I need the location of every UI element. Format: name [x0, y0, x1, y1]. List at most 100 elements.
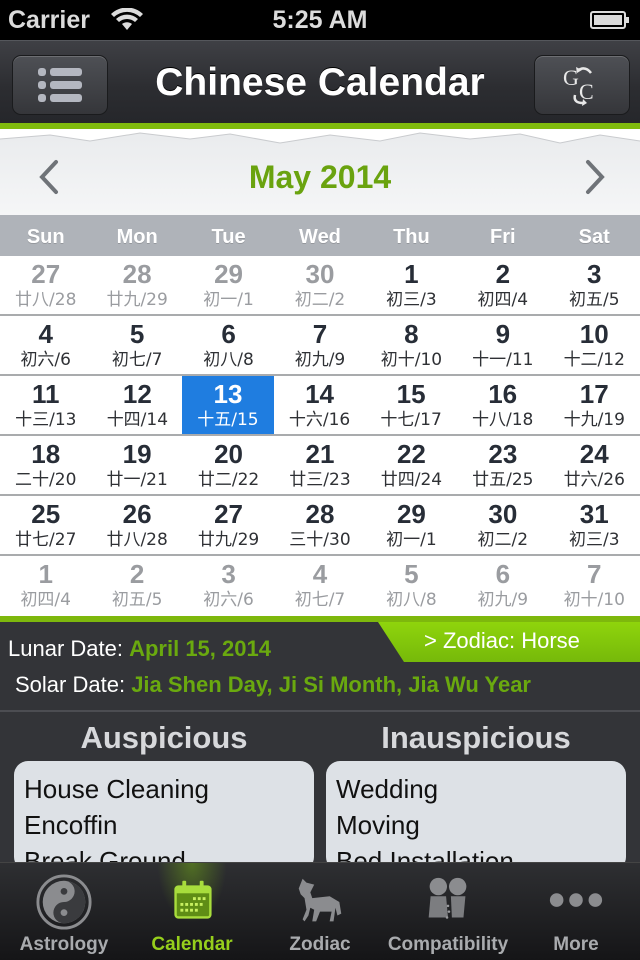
day-cell[interactable]: 11 十三/13	[0, 376, 92, 434]
solar-day-number: 9	[495, 319, 511, 349]
tab-calendar[interactable]: Calendar	[128, 863, 256, 960]
lunar-day-label: 十八/18	[472, 410, 534, 430]
list-item: Moving	[336, 810, 420, 840]
day-cell[interactable]: 17 十九/19	[548, 376, 640, 434]
divider	[0, 710, 640, 712]
solar-day-number: 25	[31, 499, 61, 529]
auspicious-list[interactable]: House Cleaning Encoffin Break Ground	[14, 761, 314, 871]
solar-day-number: 24	[579, 439, 609, 469]
day-cell[interactable]: 6 初九/9	[457, 556, 548, 616]
day-cell[interactable]: 4 初六/6	[0, 316, 91, 374]
day-cell[interactable]: 30 初二/2	[457, 496, 548, 554]
solar-day-number: 31	[579, 499, 609, 529]
day-cell[interactable]: 2 初四/4	[457, 256, 548, 314]
horse-icon	[298, 878, 342, 922]
day-info-panel: > Zodiac: Horse Lunar Date: April 15, 20…	[0, 616, 640, 871]
weekday-label: Sun	[26, 226, 65, 248]
solar-day-number: 30	[488, 499, 518, 529]
lunar-day-label: 初四/4	[20, 590, 71, 610]
day-cell[interactable]: 5 初七/7	[91, 316, 182, 374]
day-cell[interactable]: 16 十八/18	[457, 376, 549, 434]
solar-day-number: 7	[312, 319, 328, 349]
day-cell[interactable]: 28 三十/30	[274, 496, 365, 554]
day-cell[interactable]: 22 廿四/24	[366, 436, 457, 494]
day-cell[interactable]: 6 初八/8	[183, 316, 274, 374]
day-cell[interactable]: 9 十一/11	[457, 316, 548, 374]
solar-day-number: 4	[38, 319, 53, 349]
day-cell[interactable]: 24 廿六/26	[549, 436, 640, 494]
day-cell[interactable]: 20 廿二/22	[183, 436, 274, 494]
tab-label: Zodiac	[289, 934, 351, 955]
day-cell[interactable]: 31 初三/3	[549, 496, 640, 554]
tab-compatibility[interactable]: Compatibility	[384, 863, 512, 960]
day-cell[interactable]: 30 初二/2	[274, 256, 365, 314]
more-dots-icon	[549, 893, 603, 907]
day-cell[interactable]: 14 十六/16	[274, 376, 366, 434]
solar-day-number: 23	[488, 439, 518, 469]
weekday-header: Sun Mon Tue Wed Thu Fri Sat	[0, 215, 640, 256]
weekday-label: Mon	[116, 226, 158, 248]
day-cell[interactable]: 21 廿三/23	[274, 436, 365, 494]
day-cell[interactable]: 23 廿五/25	[457, 436, 548, 494]
convert-calendar-button[interactable]: G C	[534, 55, 630, 115]
day-cell[interactable]: 29 初一/1	[366, 496, 457, 554]
solar-date-label: Solar Date:	[15, 672, 126, 697]
solar-day-number: 3	[221, 559, 236, 589]
inauspicious-list[interactable]: Wedding Moving Bed Installation	[326, 761, 626, 871]
day-cell[interactable]: 3 初五/5	[549, 256, 640, 314]
tab-more[interactable]: More	[512, 863, 640, 960]
day-cell[interactable]: 15 十七/17	[365, 376, 457, 434]
lunar-day-label: 初六/6	[203, 590, 254, 610]
lunar-day-label: 初九/9	[294, 350, 346, 370]
day-cell[interactable]: 1 初四/4	[0, 556, 91, 616]
lunar-day-label: 廿六/26	[563, 470, 625, 490]
lunar-day-label: 初五/5	[111, 590, 163, 610]
day-cell[interactable]: 8 初十/10	[366, 316, 457, 374]
day-cell[interactable]: 28 廿九/29	[91, 256, 182, 314]
lunar-day-label: 廿七/27	[15, 530, 77, 550]
lunar-date-value: April 15, 2014	[129, 636, 271, 661]
solar-day-number: 27	[214, 499, 244, 529]
day-cell[interactable]: 7 初十/10	[549, 556, 640, 616]
tab-astrology[interactable]: Astrology	[0, 863, 128, 960]
auspicious-title: Auspicious	[80, 720, 248, 755]
day-cell[interactable]: 5 初八/8	[366, 556, 457, 616]
day-cell[interactable]: 25 廿七/27	[0, 496, 91, 554]
day-cell[interactable]: 4 初七/7	[274, 556, 365, 616]
lunar-day-label: 廿三/23	[289, 470, 351, 490]
lunar-day-label: 十四/14	[106, 410, 169, 430]
solar-day-number: 21	[305, 439, 335, 469]
solar-day-number: 26	[122, 499, 152, 529]
week-row: 11 十三/13 12 十四/14 13 十五/15 14 十六/16 15 十七/17 16 十八/…	[0, 376, 640, 436]
chevron-right-icon[interactable]	[580, 159, 610, 195]
day-cell[interactable]: 27 廿八/28	[0, 256, 91, 314]
day-cell[interactable]: 19 廿一/21	[91, 436, 182, 494]
calendar-grid: 27 廿八/28 28 廿九/29 29 初一/1 30 初二/2 1 初三/3 2 初四/4 3 初五/…	[0, 256, 640, 616]
day-cell-selected[interactable]: 13 十五/15	[182, 376, 274, 434]
couple-icon	[428, 877, 467, 919]
solar-day-number: 29	[396, 499, 426, 529]
accent-strip	[0, 616, 640, 622]
day-cell[interactable]: 2 初五/5	[91, 556, 182, 616]
day-cell[interactable]: 1 初三/3	[366, 256, 457, 314]
solar-day-number: 8	[404, 319, 419, 349]
lunar-date-label: Lunar Date:	[8, 636, 123, 661]
day-cell[interactable]: 12 十四/14	[92, 376, 184, 434]
day-cell[interactable]: 27 廿九/29	[183, 496, 274, 554]
lunar-day-label: 初十/10	[380, 350, 443, 370]
lunar-day-label: 十二/12	[563, 350, 625, 370]
lunar-day-label: 十一/11	[472, 350, 534, 370]
solar-day-number: 1	[38, 559, 53, 589]
solar-day-number: 1	[404, 259, 419, 289]
lunar-day-label: 廿二/22	[197, 470, 260, 490]
day-cell[interactable]: 10 十二/12	[549, 316, 640, 374]
zodiac-link-button[interactable]: > Zodiac: Horse	[378, 622, 640, 662]
lunar-day-label: 二十/20	[15, 470, 77, 490]
day-cell[interactable]: 3 初六/6	[183, 556, 274, 616]
day-cell[interactable]: 7 初九/9	[274, 316, 365, 374]
solar-day-number: 5	[404, 559, 419, 589]
day-cell[interactable]: 18 二十/20	[0, 436, 91, 494]
day-cell[interactable]: 26 廿八/28	[91, 496, 182, 554]
tab-zodiac[interactable]: Zodiac	[256, 863, 384, 960]
day-cell[interactable]: 29 初一/1	[183, 256, 274, 314]
